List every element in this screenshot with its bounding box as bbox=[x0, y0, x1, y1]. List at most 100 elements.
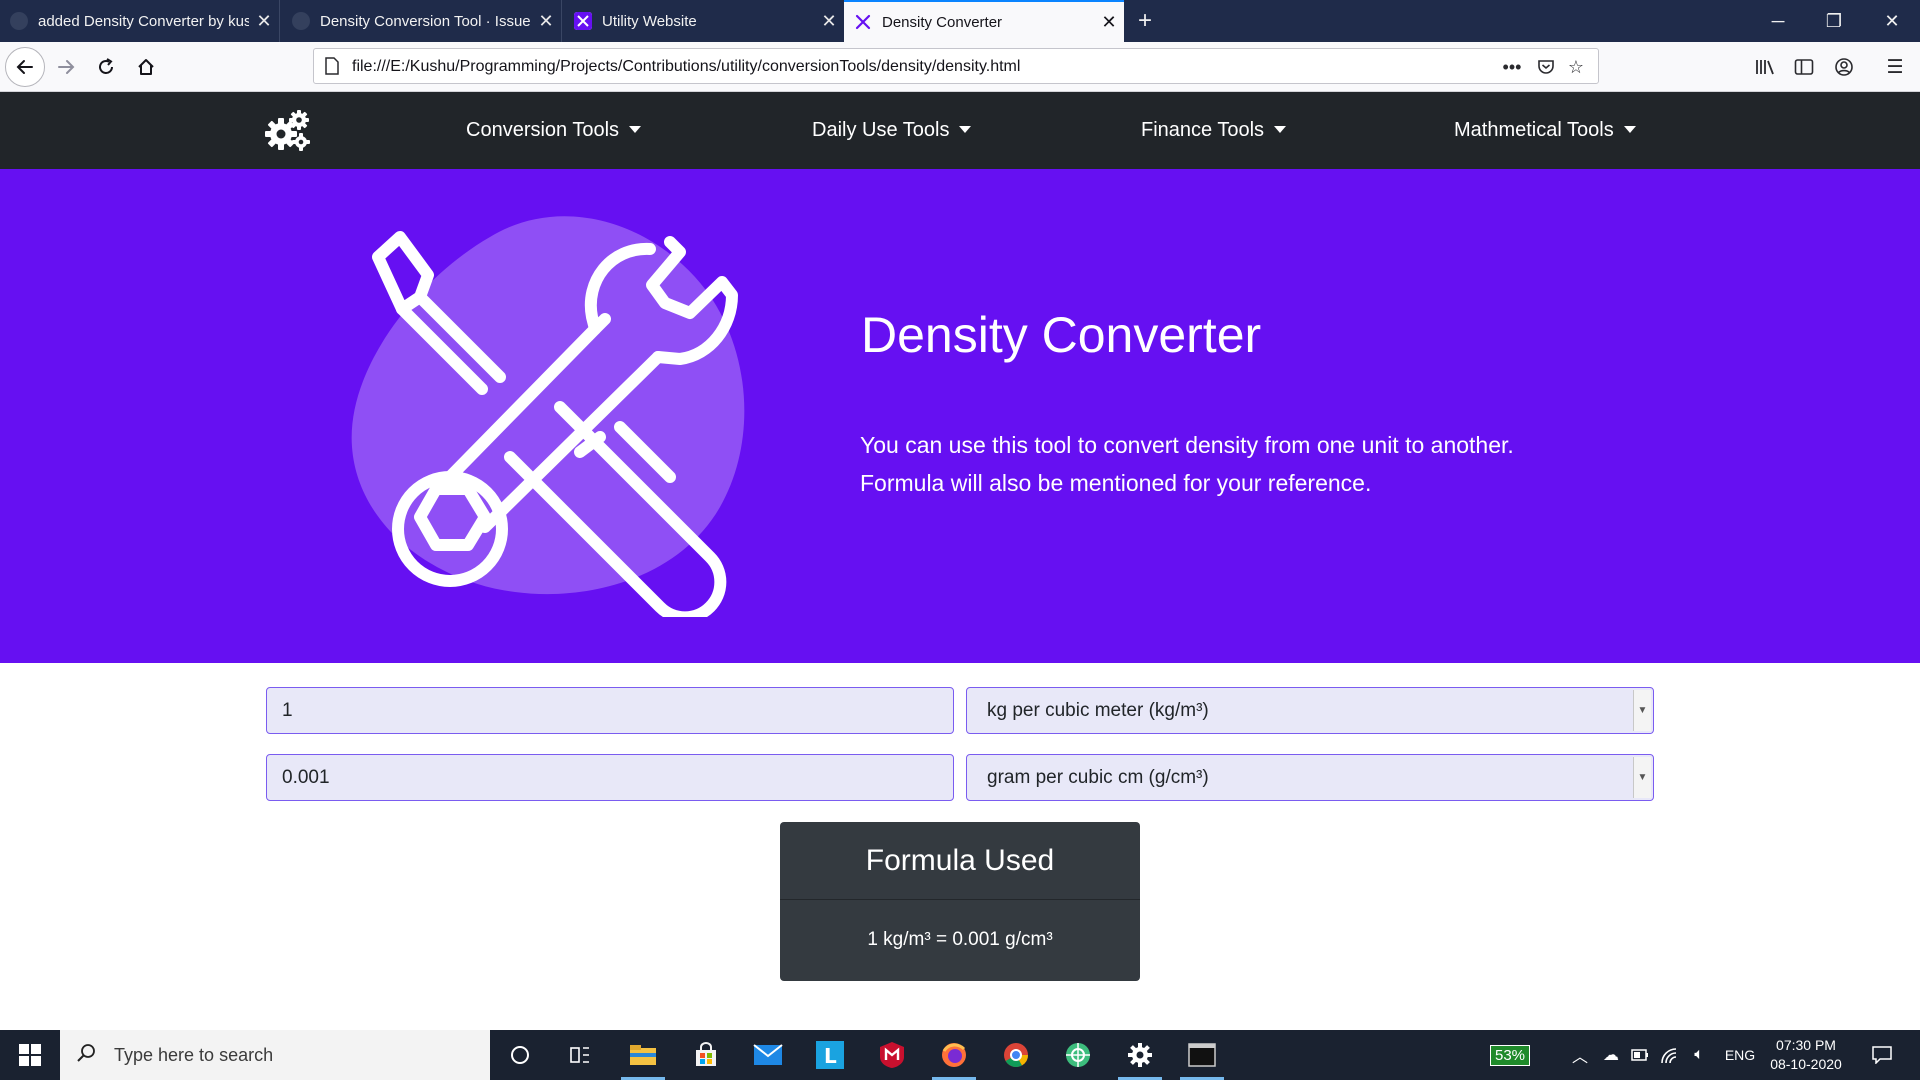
l-app-icon[interactable]: L bbox=[802, 1030, 858, 1080]
formula-text: 1 kg/m³ = 0.001 g/cm³ bbox=[867, 929, 1053, 950]
page-info-icon[interactable] bbox=[324, 57, 340, 80]
reload-button[interactable] bbox=[86, 47, 126, 87]
tab-title: Density Conversion Tool · Issue bbox=[320, 12, 531, 30]
clock[interactable]: 07:30 PM 08-10-2020 bbox=[1764, 1030, 1848, 1080]
battery-percent: 53% bbox=[1489, 1044, 1531, 1066]
nav-finance-tools[interactable]: Finance Tools bbox=[1141, 119, 1287, 142]
language-indicator[interactable]: ENG bbox=[1720, 1030, 1760, 1080]
mail-icon[interactable] bbox=[740, 1030, 796, 1080]
tools-favicon-icon bbox=[854, 13, 872, 31]
browser-toolbar: file:///E:/Kushu/Programming/Projects/Co… bbox=[0, 42, 1920, 92]
notifications-icon[interactable] bbox=[1862, 1030, 1902, 1080]
restore-icon[interactable]: ❐ bbox=[1806, 0, 1862, 42]
home-button[interactable] bbox=[126, 47, 166, 87]
hero-section: Density Converter You can use this tool … bbox=[0, 169, 1920, 663]
github-favicon-icon bbox=[10, 12, 28, 30]
new-tab-button[interactable]: + bbox=[1130, 0, 1160, 42]
clock-date: 08-10-2020 bbox=[1770, 1056, 1842, 1072]
nav-daily-use-tools[interactable]: Daily Use Tools bbox=[812, 119, 972, 142]
to-unit-select[interactable]: gram per cubic cm (g/cm³) ▼ bbox=[966, 754, 1654, 801]
taskbar-search-box[interactable]: Type here to search bbox=[60, 1030, 490, 1080]
chevron-down-icon[interactable]: ▼ bbox=[1633, 757, 1651, 798]
home-icon bbox=[138, 59, 154, 75]
caret-down-icon bbox=[629, 126, 642, 133]
chevron-down-icon[interactable]: ▼ bbox=[1633, 690, 1651, 731]
to-value-input[interactable]: 0.001 bbox=[266, 754, 954, 801]
page-title: Density Converter bbox=[861, 307, 1262, 363]
wifi-icon[interactable] bbox=[1656, 1030, 1682, 1080]
browser-tab[interactable]: Density Conversion Tool · Issue ✕ bbox=[282, 0, 562, 42]
forward-button[interactable] bbox=[46, 47, 86, 87]
url-bar[interactable]: file:///E:/Kushu/Programming/Projects/Co… bbox=[313, 48, 1599, 84]
chrome-icon[interactable] bbox=[988, 1030, 1044, 1080]
nav-label: Conversion Tools bbox=[466, 119, 620, 141]
tab-close-icon[interactable]: ✕ bbox=[1094, 12, 1124, 33]
tab-title: added Density Converter by kushu bbox=[38, 12, 249, 30]
nav-label: Daily Use Tools bbox=[812, 119, 950, 141]
utility-favicon-icon bbox=[574, 12, 592, 30]
tab-close-icon[interactable]: ✕ bbox=[531, 11, 561, 32]
gears-logo-icon[interactable] bbox=[265, 110, 311, 157]
hero-description-line: Formula will also be mentioned for your … bbox=[860, 470, 1372, 496]
windows-taskbar: Type here to search L 53% ︿ ☁ 🔈︎ ENG 07:… bbox=[0, 1030, 1920, 1080]
hero-description: You can use this tool to convert density… bbox=[860, 426, 1580, 502]
from-unit-selected: kg per cubic meter (kg/m³) bbox=[987, 699, 1209, 721]
tab-close-icon[interactable]: ✕ bbox=[814, 11, 844, 32]
chevron-up-icon[interactable]: ︿ bbox=[1568, 1030, 1592, 1080]
wrench-screwdriver-icon bbox=[351, 216, 745, 617]
tab-title: Density Converter bbox=[882, 13, 1003, 31]
windows-start-icon[interactable] bbox=[0, 1030, 60, 1080]
browser-tab-strip: added Density Converter by kushu ✕ Densi… bbox=[0, 0, 1920, 42]
forward-arrow-icon bbox=[58, 60, 75, 74]
tab-title: Utility Website bbox=[602, 12, 697, 30]
more-actions-icon[interactable]: ••• bbox=[1497, 53, 1527, 81]
library-icon[interactable] bbox=[1750, 52, 1780, 82]
battery-meter[interactable]: 53% bbox=[1478, 1030, 1542, 1080]
cortana-icon[interactable] bbox=[492, 1030, 548, 1080]
firefox-icon[interactable] bbox=[926, 1030, 982, 1080]
back-arrow-icon bbox=[16, 60, 33, 74]
nav-label: Mathmetical Tools bbox=[1454, 119, 1614, 141]
from-value-input[interactable]: 1 bbox=[266, 687, 954, 734]
bookmark-star-icon[interactable]: ☆ bbox=[1561, 53, 1591, 81]
site-navbar: Conversion Tools Daily Use Tools Finance… bbox=[0, 92, 1920, 169]
nav-conversion-tools[interactable]: Conversion Tools bbox=[466, 119, 642, 142]
task-view-icon[interactable] bbox=[552, 1030, 608, 1080]
formula-heading: Formula Used bbox=[780, 822, 1140, 900]
nav-mathmetical-tools[interactable]: Mathmetical Tools bbox=[1454, 119, 1636, 142]
tab-close-icon[interactable]: ✕ bbox=[249, 11, 279, 32]
search-icon bbox=[76, 1043, 96, 1068]
from-unit-select[interactable]: kg per cubic meter (kg/m³) ▼ bbox=[966, 687, 1654, 734]
volume-icon[interactable]: 🔈︎ bbox=[1686, 1030, 1712, 1080]
settings-gear-icon[interactable] bbox=[1112, 1030, 1168, 1080]
onedrive-cloud-icon[interactable]: ☁ bbox=[1598, 1030, 1624, 1080]
browser-tab[interactable]: Utility Website ✕ bbox=[564, 0, 844, 42]
pocket-icon[interactable] bbox=[1531, 53, 1561, 81]
mcafee-icon[interactable] bbox=[864, 1030, 920, 1080]
url-text[interactable]: file:///E:/Kushu/Programming/Projects/Co… bbox=[352, 58, 1020, 76]
terminal-icon[interactable] bbox=[1174, 1030, 1230, 1080]
app-green-icon[interactable] bbox=[1050, 1030, 1106, 1080]
minimize-icon[interactable]: ─ bbox=[1750, 0, 1806, 42]
hamburger-menu-icon[interactable]: ☰ bbox=[1880, 52, 1910, 82]
account-icon[interactable] bbox=[1829, 52, 1859, 82]
search-placeholder: Type here to search bbox=[114, 1044, 274, 1065]
microsoft-store-icon[interactable] bbox=[678, 1030, 734, 1080]
battery-icon[interactable] bbox=[1628, 1030, 1652, 1080]
caret-down-icon bbox=[1623, 126, 1636, 133]
browser-tab-active[interactable]: Density Converter ✕ bbox=[844, 0, 1124, 42]
svg-text:L: L bbox=[824, 1044, 837, 1068]
file-explorer-icon[interactable] bbox=[615, 1030, 671, 1080]
clock-time: 07:30 PM bbox=[1776, 1037, 1836, 1053]
nav-label: Finance Tools bbox=[1141, 119, 1265, 141]
close-window-icon[interactable]: ✕ bbox=[1864, 0, 1920, 42]
sidebar-icon[interactable] bbox=[1789, 52, 1819, 82]
reload-icon bbox=[99, 58, 113, 74]
hero-description-line: You can use this tool to convert density… bbox=[860, 432, 1514, 458]
caret-down-icon bbox=[1274, 126, 1287, 133]
caret-down-icon bbox=[959, 126, 972, 133]
formula-card: Formula Used 1 kg/m³ = 0.001 g/cm³ bbox=[780, 822, 1140, 981]
back-button[interactable] bbox=[5, 47, 45, 87]
to-unit-selected: gram per cubic cm (g/cm³) bbox=[987, 766, 1209, 788]
browser-tab[interactable]: added Density Converter by kushu ✕ bbox=[0, 0, 280, 42]
